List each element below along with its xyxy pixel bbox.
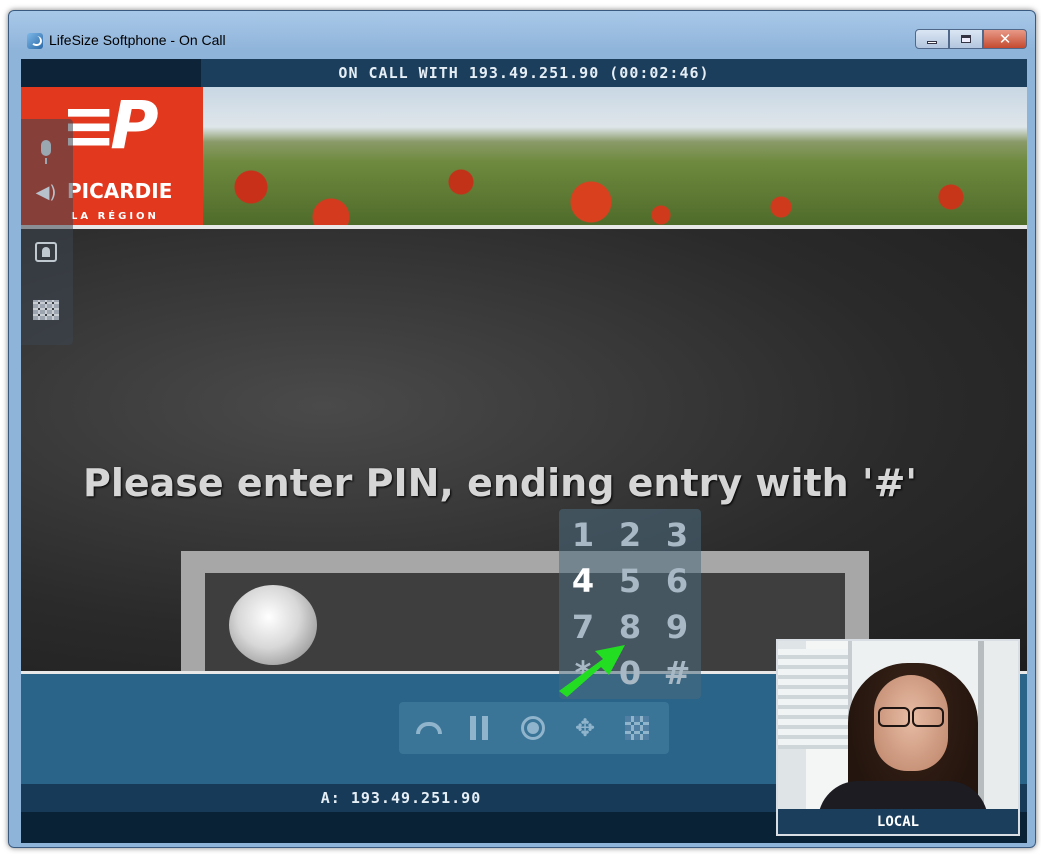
pointer-arrow: [559, 645, 625, 697]
speaker-button[interactable]: ◀): [31, 177, 61, 207]
title-bar[interactable]: LifeSize Softphone - On Call ✕: [9, 11, 1035, 59]
arrow-shape: [559, 645, 625, 697]
person-shirt: [818, 781, 988, 809]
dialpad-key[interactable]: 2: [610, 515, 650, 555]
layout-button[interactable]: [31, 295, 61, 325]
record-button[interactable]: [515, 712, 551, 744]
pause-button[interactable]: [461, 712, 497, 744]
header-left-block: [21, 59, 201, 87]
dialpad-key[interactable]: 1: [563, 515, 603, 555]
dialpad-key[interactable]: 9: [657, 607, 697, 647]
minimize-button[interactable]: [915, 29, 949, 49]
dialpad-key[interactable]: #: [657, 653, 697, 693]
remote-video: Please enter PIN, ending entry with '#': [21, 229, 1027, 697]
remote-address: A: 193.49.251.90: [320, 789, 482, 807]
move-button[interactable]: ✥: [567, 712, 603, 744]
speaker-icon: ◀): [35, 181, 57, 203]
call-status-text: ON CALL WITH 193.49.251.90 (00:02:46): [338, 64, 710, 82]
minimize-icon: [927, 40, 937, 44]
side-control-panel: ◀): [21, 119, 73, 345]
camera-icon: [35, 242, 57, 262]
camera-button[interactable]: [31, 237, 61, 267]
call-control-group: ✥: [399, 702, 669, 754]
microphone-icon: [41, 140, 51, 164]
move-icon: ✥: [574, 714, 596, 742]
record-icon: [521, 716, 545, 740]
dialpad-key[interactable]: 4: [563, 561, 603, 601]
hangup-icon: [416, 722, 442, 734]
mic-button[interactable]: [31, 133, 61, 164]
layout-icon: [33, 300, 59, 320]
close-button[interactable]: ✕: [983, 29, 1027, 49]
dialpad-key[interactable]: 6: [657, 561, 697, 601]
logo-subtitle: LA RÉGION: [71, 211, 159, 222]
local-video-feed: [778, 641, 1018, 809]
pause-icon: [470, 716, 488, 740]
local-label: LOCAL: [876, 814, 920, 830]
pin-dot: [229, 585, 317, 665]
keypad-button[interactable]: [619, 712, 655, 744]
local-video-pip[interactable]: LOCAL: [776, 639, 1020, 836]
close-icon: ✕: [998, 29, 1012, 48]
window-title: LifeSize Softphone - On Call: [49, 32, 226, 48]
window-controls: ✕: [915, 29, 1027, 49]
logo-name: PICARDIE: [67, 179, 173, 203]
lifesize-app-icon[interactable]: [27, 33, 43, 49]
keypad-icon: [625, 716, 649, 740]
app-window: LifeSize Softphone - On Call ✕ ON CALL W…: [8, 10, 1036, 848]
call-header: ON CALL WITH 193.49.251.90 (00:02:46): [21, 59, 1027, 87]
window-blinds: [778, 649, 848, 749]
maximize-icon: [961, 35, 971, 43]
call-view: ON CALL WITH 193.49.251.90 (00:02:46) ≡P…: [21, 59, 1027, 843]
dialpad-key[interactable]: 3: [657, 515, 697, 555]
hangup-button[interactable]: [411, 712, 447, 744]
person-glasses: [874, 707, 948, 727]
logo-mark: ≡P: [61, 87, 159, 164]
pin-prompt: Please enter PIN, ending entry with '#': [83, 461, 918, 505]
dialpad-key[interactable]: 5: [610, 561, 650, 601]
maximize-button[interactable]: [949, 29, 983, 49]
pin-entry-field: [205, 573, 845, 677]
